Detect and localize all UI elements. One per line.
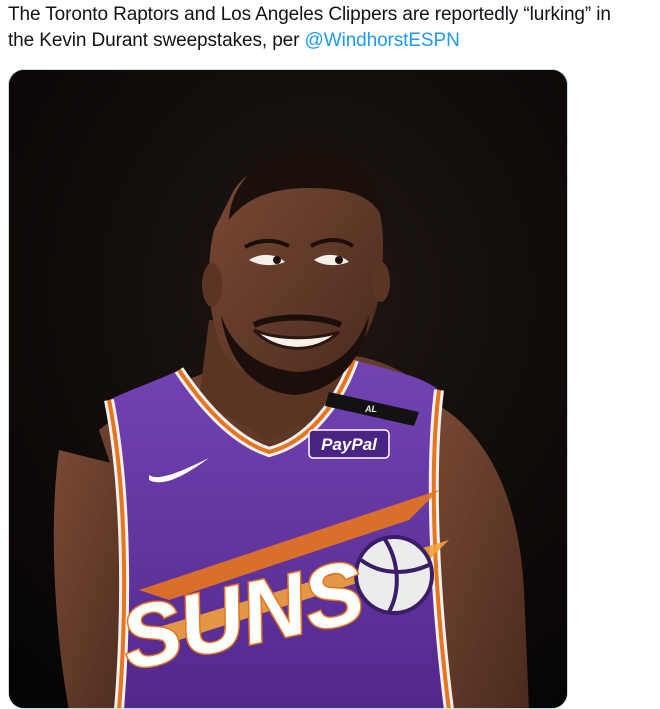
- sponsor-text: PayPal: [321, 435, 378, 454]
- left-ear: [202, 263, 222, 307]
- tweet-text-line-1: The Toronto Raptors and Los Angeles Clip…: [8, 4, 611, 25]
- right-ear: [372, 262, 390, 302]
- tweet-text-line-2: the Kevin Durant sweepstakes, per @Windh…: [8, 28, 656, 54]
- tweet-text-line-2-prefix: the Kevin Durant sweepstakes, per: [8, 30, 305, 51]
- tweet-text: The Toronto Raptors and Los Angeles Clip…: [8, 2, 656, 54]
- mention-link[interactable]: @WindhorstESPN: [305, 30, 460, 51]
- player-photo-illustration: AL PayPal SUNS: [9, 70, 567, 708]
- tweet-photo[interactable]: AL PayPal SUNS: [8, 69, 568, 709]
- patch-text: AL: [364, 404, 377, 414]
